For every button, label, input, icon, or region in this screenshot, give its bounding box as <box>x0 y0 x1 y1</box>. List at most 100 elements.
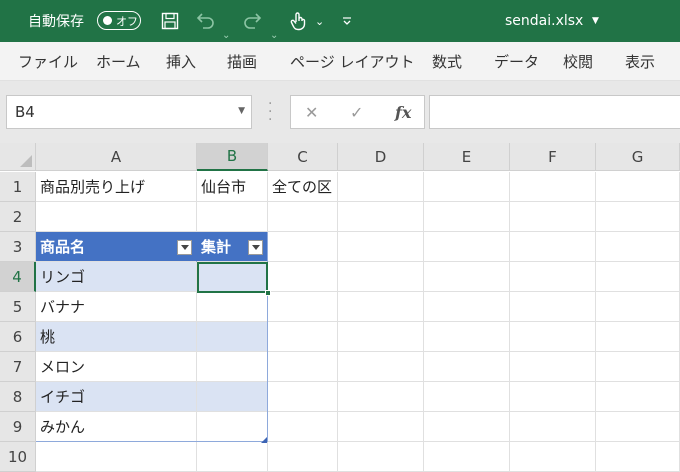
tab-data[interactable]: データ <box>494 42 539 80</box>
tab-view[interactable]: 表示 <box>625 42 655 80</box>
row-header-2[interactable]: 2 <box>0 202 36 232</box>
row-header-3[interactable]: 3 <box>0 232 36 262</box>
column-header-e[interactable]: E <box>424 143 510 171</box>
cell-f6[interactable] <box>510 322 596 352</box>
cell-g5[interactable] <box>596 292 680 322</box>
cell-c3[interactable] <box>268 232 338 262</box>
insert-function-icon[interactable]: fx <box>395 96 411 128</box>
enter-icon[interactable]: ✓ <box>350 96 363 128</box>
file-name-dropdown-icon[interactable]: ▼ <box>592 0 599 42</box>
cell-d10[interactable] <box>338 442 424 472</box>
cell-d1[interactable] <box>338 172 424 202</box>
cell-f3[interactable] <box>510 232 596 262</box>
cell-g4[interactable] <box>596 262 680 292</box>
tab-page-layout[interactable]: ページ レイアウト <box>290 42 414 80</box>
cell-b1[interactable]: 仙台市 <box>197 172 268 202</box>
row-header-4[interactable]: 4 <box>0 262 36 292</box>
cell-b9[interactable] <box>197 412 268 442</box>
row-header-7[interactable]: 7 <box>0 352 36 382</box>
autosave-toggle[interactable]: オフ <box>97 11 141 30</box>
cell-a6[interactable]: 桃 <box>36 322 197 352</box>
cell-e5[interactable] <box>424 292 510 322</box>
column-header-g[interactable]: G <box>596 143 680 171</box>
cell-g1[interactable] <box>596 172 680 202</box>
tab-formulas[interactable]: 数式 <box>432 42 462 80</box>
cell-d9[interactable] <box>338 412 424 442</box>
cell-e1[interactable] <box>424 172 510 202</box>
save-icon[interactable] <box>160 11 180 31</box>
cell-c10[interactable] <box>268 442 338 472</box>
formula-input[interactable] <box>429 95 680 129</box>
cell-d3[interactable] <box>338 232 424 262</box>
cell-g9[interactable] <box>596 412 680 442</box>
touch-mode-icon[interactable] <box>288 11 308 31</box>
tab-review[interactable]: 校閲 <box>563 42 593 80</box>
cell-f10[interactable] <box>510 442 596 472</box>
row-header-1[interactable]: 1 <box>0 172 36 202</box>
cell-g8[interactable] <box>596 382 680 412</box>
name-box-dropdown-icon[interactable]: ▼ <box>238 106 245 116</box>
cell-a5[interactable]: バナナ <box>36 292 197 322</box>
cell-a7[interactable]: メロン <box>36 352 197 382</box>
cell-c6[interactable] <box>268 322 338 352</box>
cell-f2[interactable] <box>510 202 596 232</box>
cell-a8[interactable]: イチゴ <box>36 382 197 412</box>
cell-c1[interactable]: 全ての区 <box>268 172 338 202</box>
cell-a1[interactable]: 商品別売り上げ <box>36 172 197 202</box>
column-header-f[interactable]: F <box>510 143 596 171</box>
cell-a9[interactable]: みかん <box>36 412 197 442</box>
cell-d4[interactable] <box>338 262 424 292</box>
row-header-8[interactable]: 8 <box>0 382 36 412</box>
filter-dropdown-button[interactable] <box>248 240 263 255</box>
cell-f7[interactable] <box>510 352 596 382</box>
fill-handle[interactable] <box>265 290 271 296</box>
cell-d6[interactable] <box>338 322 424 352</box>
redo-icon[interactable] <box>243 11 263 31</box>
cell-g3[interactable] <box>596 232 680 262</box>
cell-e9[interactable] <box>424 412 510 442</box>
cell-b2[interactable] <box>197 202 268 232</box>
cell-c4[interactable] <box>268 262 338 292</box>
cell-c7[interactable] <box>268 352 338 382</box>
cell-b10[interactable] <box>197 442 268 472</box>
cell-e4[interactable] <box>424 262 510 292</box>
cell-g10[interactable] <box>596 442 680 472</box>
cell-c8[interactable] <box>268 382 338 412</box>
cancel-icon[interactable]: ✕ <box>305 96 318 128</box>
column-header-a[interactable]: A <box>36 143 197 171</box>
cell-g2[interactable] <box>596 202 680 232</box>
file-name[interactable]: sendai.xlsx <box>505 0 583 42</box>
cell-d8[interactable] <box>338 382 424 412</box>
cell-e2[interactable] <box>424 202 510 232</box>
column-header-d[interactable]: D <box>338 143 424 171</box>
cell-d2[interactable] <box>338 202 424 232</box>
cell-f4[interactable] <box>510 262 596 292</box>
cell-a3[interactable]: 商品名 <box>36 232 197 262</box>
column-header-b[interactable]: B <box>197 143 268 171</box>
row-header-6[interactable]: 6 <box>0 322 36 352</box>
cell-f9[interactable] <box>510 412 596 442</box>
column-header-c[interactable]: C <box>268 143 338 171</box>
cell-e6[interactable] <box>424 322 510 352</box>
cell-f8[interactable] <box>510 382 596 412</box>
row-header-9[interactable]: 9 <box>0 412 36 442</box>
cell-e3[interactable] <box>424 232 510 262</box>
filter-dropdown-button[interactable] <box>177 240 192 255</box>
cell-a4[interactable]: リンゴ <box>36 262 197 292</box>
tab-draw[interactable]: 描画 <box>227 42 257 80</box>
cell-g6[interactable] <box>596 322 680 352</box>
tab-insert[interactable]: 挿入 <box>166 42 196 80</box>
touch-mode-dropdown-icon[interactable]: ⌄ <box>315 0 324 42</box>
cell-b8[interactable] <box>197 382 268 412</box>
cell-d5[interactable] <box>338 292 424 322</box>
cell-a10[interactable] <box>36 442 197 472</box>
cell-d7[interactable] <box>338 352 424 382</box>
cell-c5[interactable] <box>268 292 338 322</box>
cell-f1[interactable] <box>510 172 596 202</box>
cell-c2[interactable] <box>268 202 338 232</box>
row-header-10[interactable]: 10 <box>0 442 36 472</box>
table-resize-handle[interactable] <box>261 437 267 443</box>
cell-g7[interactable] <box>596 352 680 382</box>
cell-b6[interactable] <box>197 322 268 352</box>
cell-b7[interactable] <box>197 352 268 382</box>
